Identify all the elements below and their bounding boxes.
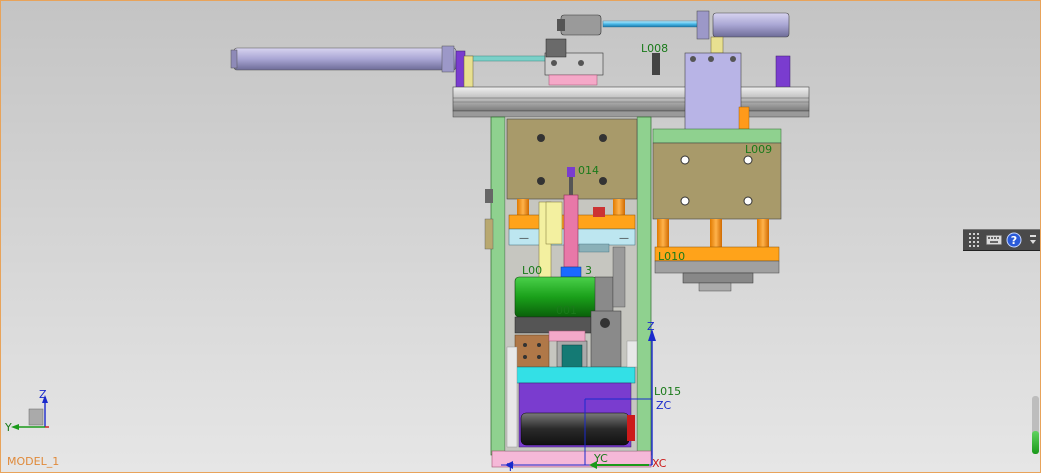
triad-y-label: Y (4, 421, 12, 434)
chevron-icon[interactable] (1026, 232, 1041, 248)
linear-rail[interactable] (452, 86, 810, 112)
zoom-scrollbar-thumb[interactable] (1032, 431, 1039, 454)
frame-left-post (490, 116, 506, 456)
label-l013: 3 (585, 264, 592, 277)
triad-z-label: Z (39, 388, 47, 401)
frame-right-post (636, 116, 652, 456)
dark-cylinder[interactable] (520, 412, 630, 446)
model-name-label: MODEL_1 (7, 455, 60, 468)
cyan-plate (508, 366, 636, 384)
keyboard-icon[interactable] (985, 232, 1002, 248)
top-fitting (560, 14, 602, 36)
view-triad[interactable]: Z Y (4, 388, 49, 434)
svg-text:—: — (519, 233, 529, 244)
label-l00x: L00 (522, 264, 542, 277)
grip-icon[interactable] (967, 232, 982, 248)
label-001: 001 (556, 304, 577, 317)
yellow-guide-right (545, 201, 563, 245)
label-l009: L009 (745, 143, 772, 156)
csys-zc-label: ZC (656, 399, 672, 412)
svg-text:?: ? (1010, 234, 1016, 247)
label-l008: L008 (641, 42, 668, 55)
csys-y-label: Y (506, 461, 514, 472)
csys-z-label: Z (647, 320, 655, 333)
label-l010: L010 (658, 250, 685, 263)
top-cylinder-body[interactable] (712, 12, 790, 38)
csys-yc-label: YC (593, 452, 608, 465)
label-l014: 014 (578, 164, 599, 177)
svg-text:—: — (619, 233, 629, 244)
left-end-bracket (455, 50, 466, 90)
label-l015: L015 (654, 385, 681, 398)
top-rod (602, 20, 704, 28)
graphics-viewport[interactable]: — — L008 L009 L010 014 L00 3 001 L015 Z … (0, 0, 1041, 473)
left-cylinder-rod (465, 55, 547, 62)
right-end-bracket (775, 55, 791, 90)
csys-xc-label: XC (652, 457, 667, 470)
floating-toolbar[interactable]: ? (963, 229, 1040, 251)
help-icon[interactable]: ? (1006, 232, 1022, 248)
cad-assembly-view[interactable]: — — L008 L009 L010 014 L00 3 001 L015 Z … (1, 1, 1040, 472)
left-cylinder-body[interactable] (233, 47, 457, 71)
